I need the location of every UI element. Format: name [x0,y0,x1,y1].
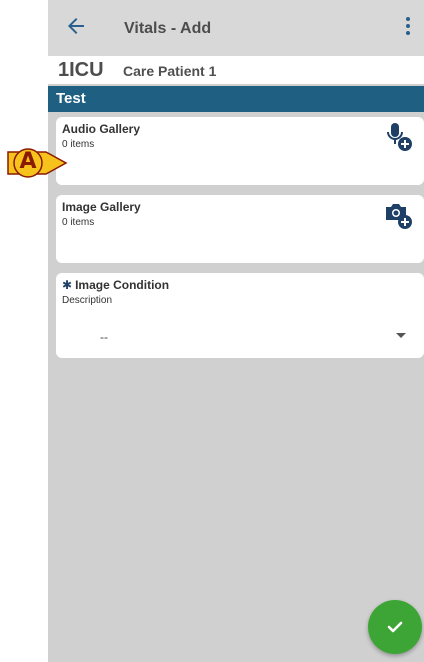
audio-gallery-title: Audio Gallery [62,122,141,136]
image-condition-select[interactable]: -- [100,330,108,344]
checkmark-icon [387,621,403,633]
image-condition-label: Description [62,295,113,306]
page-title: Vitals - Add [124,20,212,37]
annotation-label: A [19,149,37,174]
patient-bar: 1ICU Care Patient 1 [48,56,424,84]
app-screen: Vitals - Add 1ICU Care Patient 1 Test Au… [48,0,424,662]
image-gallery-card[interactable]: Image Gallery 0 items [56,195,424,263]
patient-bed: 1ICU [58,59,104,81]
image-condition-title: Image Condition [75,278,170,292]
chevron-down-icon[interactable] [396,333,406,338]
section-header: Test [48,86,424,112]
arrow-left-icon[interactable] [64,14,88,38]
camera-add-icon[interactable] [384,199,414,231]
patient-name: Care Patient 1 [123,63,217,79]
image-condition-header: ✱ Image Condition [62,278,169,292]
confirm-button[interactable] [368,600,422,654]
app-bar: Vitals - Add [48,0,424,56]
image-gallery-count: 0 items [62,217,95,228]
more-vertical-icon[interactable] [404,17,412,39]
image-gallery-title: Image Gallery [62,200,141,214]
microphone-add-icon[interactable] [384,121,414,153]
section-title: Test [56,90,86,107]
required-asterisk-icon: ✱ [62,278,73,292]
audio-gallery-card[interactable]: Audio Gallery 0 items [56,117,424,185]
image-condition-card: ✱ Image Condition Description -- [56,273,424,358]
